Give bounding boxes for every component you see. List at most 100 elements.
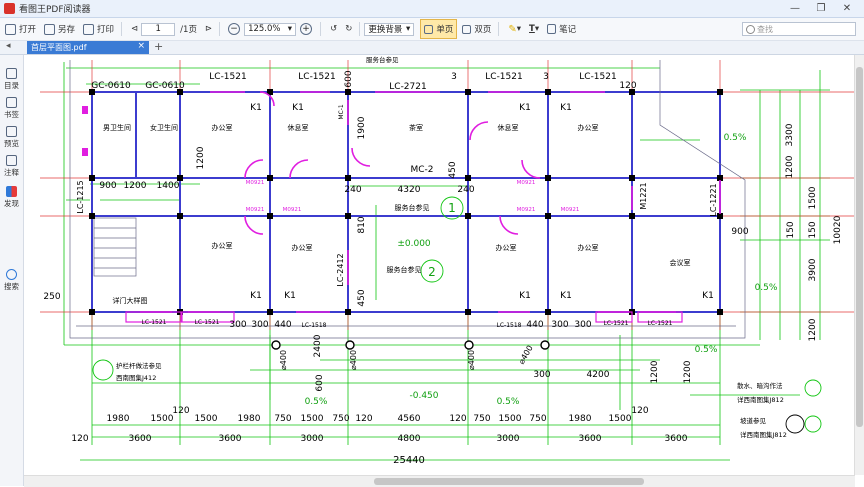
dimension-text: 1200 bbox=[808, 318, 818, 341]
door-label: M0921 bbox=[246, 207, 265, 213]
save-as-button[interactable]: 另存 bbox=[41, 20, 78, 38]
rotate-right-icon[interactable]: ↻ bbox=[342, 20, 355, 38]
dimension-text: 120 bbox=[449, 414, 466, 424]
discover-icon bbox=[6, 186, 17, 197]
maximize-icon[interactable]: ❐ bbox=[808, 0, 834, 17]
close-icon[interactable]: ✕ bbox=[834, 0, 860, 17]
room-label: 茶室 bbox=[409, 123, 423, 132]
print-button[interactable]: 打印 bbox=[80, 20, 117, 38]
room-label: 服务台参见 bbox=[387, 265, 422, 274]
dimension-text: 4560 bbox=[398, 414, 421, 424]
search-icon bbox=[6, 269, 17, 280]
rotate-left-icon[interactable]: ↺ bbox=[327, 20, 340, 38]
printer-icon bbox=[83, 23, 95, 35]
room-label: 办公室 bbox=[496, 243, 517, 252]
dimension-text: 120 bbox=[619, 81, 636, 91]
horizontal-scrollbar[interactable] bbox=[24, 475, 855, 487]
vertical-scrollbar[interactable] bbox=[854, 55, 864, 475]
dimension-text: 1980 bbox=[107, 414, 130, 424]
dimension-text: 150 bbox=[808, 221, 818, 238]
diameter-label: ⌀400 bbox=[467, 350, 476, 370]
slope-label: 0.5% bbox=[695, 345, 718, 355]
search-box[interactable]: 查找 bbox=[742, 22, 856, 36]
wall-label: LC-1221 bbox=[709, 183, 718, 216]
prev-page-button[interactable]: ⊲ bbox=[128, 20, 141, 38]
dimension-text: 1200 bbox=[650, 360, 660, 383]
dimension-text: 1900 bbox=[357, 116, 367, 139]
door-label: K1 bbox=[560, 291, 572, 301]
dimension-text: 1200 bbox=[785, 155, 795, 178]
wall-label: MC-1 bbox=[338, 104, 345, 120]
text-icon: T bbox=[529, 24, 535, 34]
toc-icon bbox=[6, 68, 17, 79]
open-button[interactable]: 打开 bbox=[2, 20, 39, 38]
room-label: 休息室 bbox=[498, 123, 519, 132]
dimension-text: 3600 bbox=[129, 434, 152, 444]
zoom-out-icon[interactable]: − bbox=[228, 23, 241, 35]
dimension-text: 300 bbox=[533, 370, 550, 380]
room-label: 办公室 bbox=[212, 123, 233, 132]
divider bbox=[359, 22, 361, 36]
collapse-sidebar-icon[interactable]: ◂ bbox=[6, 41, 11, 51]
preview-icon bbox=[6, 126, 17, 137]
dimension-text: 4200 bbox=[587, 370, 610, 380]
sidebar-item-search[interactable]: 搜索 bbox=[0, 269, 23, 292]
dimension-text: 120 bbox=[71, 434, 88, 444]
text-tool-button[interactable]: T ▾ bbox=[526, 20, 542, 38]
dimension-text: 900 bbox=[731, 227, 748, 237]
room-label: 办公室 bbox=[212, 241, 233, 250]
dimension-text: 1500 bbox=[195, 414, 218, 424]
door-label: K1 bbox=[519, 103, 531, 113]
door-label: M0921 bbox=[517, 180, 536, 186]
chevron-down-icon: ▾ bbox=[287, 24, 293, 34]
room-label: 会议室 bbox=[670, 258, 691, 267]
note-text: 散水、暗沟作法 bbox=[737, 381, 783, 390]
slope-label: 0.5% bbox=[755, 283, 778, 293]
next-page-button[interactable]: ⊳ bbox=[202, 20, 215, 38]
door-label: K1 bbox=[702, 291, 714, 301]
sidebar-item-annotations[interactable]: 注释 bbox=[0, 155, 23, 178]
dimension-text: 120 bbox=[172, 406, 189, 416]
window-label: LC-1521 bbox=[142, 319, 167, 326]
dimension-text: 750 bbox=[332, 414, 349, 424]
divider bbox=[121, 22, 123, 36]
door-label: M0921 bbox=[246, 180, 265, 186]
window-label: LC-1521 bbox=[648, 320, 673, 327]
dimension-text: 3900 bbox=[808, 258, 818, 281]
room-label: 男卫生间 bbox=[103, 123, 131, 132]
scroll-thumb[interactable] bbox=[374, 478, 644, 485]
dimension-text: 3600 bbox=[219, 434, 242, 444]
double-page-button[interactable]: 双页 bbox=[459, 20, 494, 38]
single-page-button[interactable]: 单页 bbox=[420, 19, 458, 39]
scroll-thumb[interactable] bbox=[856, 67, 863, 427]
sidebar-item-preview[interactable]: 预览 bbox=[0, 126, 23, 149]
dimension-text: 150 bbox=[786, 221, 796, 238]
door-label: K1 bbox=[560, 103, 572, 113]
replace-background-select[interactable]: 更换背景 ▾ bbox=[364, 22, 415, 36]
sidebar-item-toc[interactable]: 目录 bbox=[0, 68, 23, 91]
note-text: 护栏杆做法参见 bbox=[116, 361, 162, 370]
dimension-text: 300 bbox=[251, 320, 268, 330]
dimension-text: 1200 bbox=[683, 360, 693, 383]
page-number-input[interactable]: 1 bbox=[141, 22, 176, 36]
dimension-text: 3600 bbox=[665, 434, 688, 444]
minimize-icon[interactable]: — bbox=[782, 0, 808, 17]
add-tab-icon[interactable]: + bbox=[154, 40, 163, 53]
door-label: M0921 bbox=[561, 207, 580, 213]
dimension-text: 900 bbox=[99, 181, 116, 191]
highlighter-button[interactable]: ✎ ▾ bbox=[505, 20, 524, 38]
dimension-text: 3000 bbox=[301, 434, 324, 444]
dimension-text: 1500 bbox=[609, 414, 632, 424]
tab-document[interactable]: 首层平面图.pdf × bbox=[27, 41, 149, 54]
room-label: 办公室 bbox=[578, 243, 599, 252]
sidebar-item-discover[interactable]: 发现 bbox=[0, 186, 23, 209]
diameter-label: ⌀400 bbox=[517, 344, 535, 366]
room-label: 休息室 bbox=[288, 123, 309, 132]
sidebar-item-bookmarks[interactable]: 书签 bbox=[0, 97, 23, 120]
dimension-text: 300 bbox=[574, 320, 591, 330]
document-viewer[interactable]: GC-0610 GC-0610 LC-1521 LC-1521 LC-2721 … bbox=[24, 55, 855, 475]
close-tab-icon[interactable]: × bbox=[137, 41, 145, 51]
zoom-select[interactable]: 125.0% ▾ bbox=[244, 22, 297, 36]
zoom-in-icon[interactable]: + bbox=[300, 23, 313, 35]
note-button[interactable]: 笔记 bbox=[544, 20, 579, 38]
